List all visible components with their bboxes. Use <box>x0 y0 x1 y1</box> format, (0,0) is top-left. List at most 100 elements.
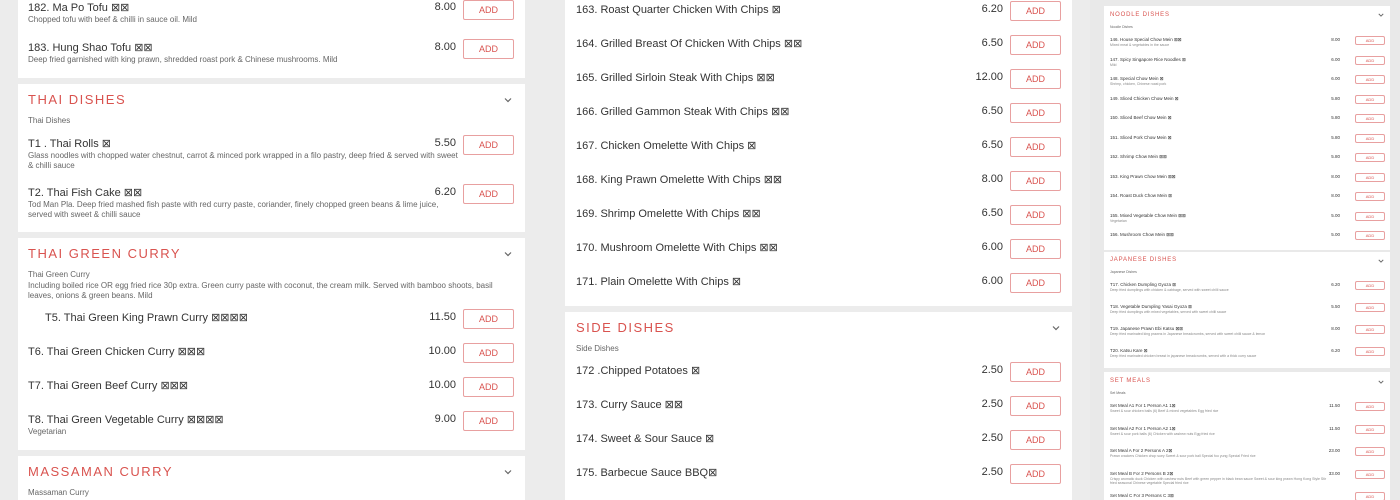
add-button[interactable]: ADD <box>463 411 514 431</box>
add-button[interactable]: ADD <box>463 184 514 204</box>
item-name: 182. Ma Po Tofu ⊠⊠ <box>28 2 130 14</box>
add-button[interactable]: ADD <box>1355 36 1385 45</box>
add-button[interactable]: ADD <box>1010 103 1061 123</box>
section-subtitle: Thai Green Curry <box>28 270 90 279</box>
add-button[interactable]: ADD <box>463 343 514 363</box>
item-name: 172 .Chipped Potatoes ⊠ <box>576 365 701 377</box>
item-price: 11.50 <box>1329 403 1340 408</box>
add-button[interactable]: ADD <box>1010 35 1061 55</box>
item-price: 2.50 <box>981 466 1003 478</box>
add-button[interactable]: ADD <box>1355 325 1385 334</box>
section-thai-dishes: THAI DISHES Thai Dishes T1 . Thai Rolls … <box>18 84 525 232</box>
add-button[interactable]: ADD <box>1355 133 1385 143</box>
section-title: SET MEALS <box>1110 378 1151 384</box>
chevron-down-icon[interactable] <box>1378 12 1384 18</box>
item-price: 12.00 <box>975 71 1003 83</box>
add-button[interactable]: ADD <box>1010 239 1061 259</box>
add-button[interactable]: ADD <box>1355 75 1385 84</box>
item-name: 183. Hung Shao Tofu ⊠⊠ <box>28 42 153 54</box>
item-desc: Mixed meat & vegetables in the sauce <box>1110 43 1170 47</box>
add-button[interactable]: ADD <box>1010 362 1061 382</box>
item-price: 8.00 <box>434 1 456 13</box>
item-name: 163. Roast Quarter Chicken With Chips ⊠ <box>576 4 781 16</box>
add-button[interactable]: ADD <box>1010 205 1061 225</box>
section-title: THAI DISHES <box>28 92 127 107</box>
add-button[interactable]: ADD <box>1355 424 1385 434</box>
chevron-down-icon[interactable] <box>1052 324 1060 332</box>
add-button[interactable]: ADD <box>1010 273 1061 293</box>
item-price: 5.80 <box>1331 154 1340 159</box>
section-thai-green-curry: THAI GREEN CURRY Thai Green Curry Includ… <box>18 238 525 450</box>
add-button[interactable]: ADD <box>1355 447 1385 456</box>
item-price: 6.20 <box>434 186 456 198</box>
add-button[interactable]: ADD <box>1355 303 1385 312</box>
item-name: 173. Curry Sauce ⊠⊠ <box>576 399 684 411</box>
chevron-down-icon[interactable] <box>504 468 512 476</box>
item-name: 149. Sliced Chicken Chow Mein ⊠ <box>1110 95 1179 101</box>
item-price: 5.80 <box>1331 95 1340 101</box>
left-menu-column: 182. Ma Po Tofu ⊠⊠ Chopped tofu with bee… <box>0 0 545 500</box>
chevron-down-icon[interactable] <box>504 250 512 258</box>
item-name: 153. King Prawn Chow Mein ⊠⊠ <box>1110 173 1176 179</box>
item-name: T8. Thai Green Vegetable Curry ⊠⊠⊠⊠ <box>28 414 224 426</box>
add-button[interactable]: ADD <box>1355 114 1385 123</box>
section-subtitle: Japanese Dishes <box>1110 270 1137 274</box>
item-price: 5.80 <box>1331 115 1340 120</box>
add-button[interactable]: ADD <box>1010 137 1061 157</box>
add-button[interactable]: ADD <box>1355 172 1385 182</box>
item-name: T2. Thai Fish Cake ⊠⊠ <box>28 187 143 199</box>
chevron-down-icon[interactable] <box>504 96 512 104</box>
item-price: 23.00 <box>1328 448 1340 453</box>
add-button[interactable]: ADD <box>1355 281 1385 290</box>
item-price: 11.50 <box>429 311 456 323</box>
item-price: 8.00 <box>434 41 456 53</box>
add-button[interactable]: ADD <box>463 135 514 155</box>
item-name: 151. Sliced Pork Chow Mein ⊠ <box>1110 134 1172 140</box>
item-desc: Tod Man Pla. Deep fried mashed fish past… <box>28 200 439 219</box>
add-button[interactable]: ADD <box>463 0 514 20</box>
add-button[interactable]: ADD <box>1355 492 1385 500</box>
add-button[interactable]: ADD <box>463 39 514 59</box>
section-side-dishes: SIDE DISHES Side Dishes 172 .Chipped Pot… <box>565 312 1072 500</box>
add-button[interactable]: ADD <box>1010 396 1061 416</box>
item-price: 8.00 <box>1331 326 1340 331</box>
item-desc: Chopped tofu with beef & chilli in sauce… <box>28 15 197 24</box>
add-button[interactable]: ADD <box>463 309 514 329</box>
section-set-meals: SET MEALS Set Meals Set Meal A1 For 1 Pe… <box>1104 372 1390 500</box>
chevron-down-icon[interactable] <box>1378 379 1384 385</box>
section-title: NOODLE DISHES <box>1110 12 1170 18</box>
section-title: THAI GREEN CURRY <box>28 246 182 261</box>
add-button[interactable]: ADD <box>1355 211 1385 221</box>
section-title: JAPANESE DISHES <box>1110 257 1177 263</box>
section-description: Including boiled rice OR egg fried rice … <box>28 281 493 300</box>
item-name: 174. Sweet & Sour Sauce ⊠ <box>576 433 715 445</box>
chevron-down-icon[interactable] <box>1378 258 1384 264</box>
item-desc: Prawn crackers Chicken chop suey Sweet &… <box>1110 454 1256 458</box>
add-button[interactable]: ADD <box>1010 430 1061 450</box>
item-desc: Deep fried dumplings with chicken & cabb… <box>1110 288 1229 292</box>
item-price: 11.50 <box>1329 425 1340 431</box>
add-button[interactable]: ADD <box>1355 153 1385 162</box>
add-button[interactable]: ADD <box>1010 1 1061 21</box>
item-name: 171. Plain Omelette With Chips ⊠ <box>576 276 742 288</box>
add-button[interactable]: ADD <box>1355 347 1385 356</box>
item-price: 33.00 <box>1328 470 1340 476</box>
item-price: 2.50 <box>981 364 1003 376</box>
add-button[interactable]: ADD <box>1355 469 1385 479</box>
item-desc: Crispy aromatic duck Chicken with cashew… <box>1110 476 1327 485</box>
item-name: 152. Shrimp Chow Mein ⊠⊠ <box>1110 154 1167 159</box>
add-button[interactable]: ADD <box>1010 171 1061 191</box>
middle-menu-column: 163. Roast Quarter Chicken With Chips ⊠ … <box>545 0 1090 500</box>
item-price: 10.00 <box>428 379 456 391</box>
menu-card-chips: 163. Roast Quarter Chicken With Chips ⊠ … <box>565 0 1072 306</box>
add-button[interactable]: ADD <box>463 377 514 397</box>
add-button[interactable]: ADD <box>1355 94 1385 104</box>
section-title: SIDE DISHES <box>576 320 675 335</box>
add-button[interactable]: ADD <box>1355 402 1385 411</box>
add-button[interactable]: ADD <box>1010 69 1061 89</box>
add-button[interactable]: ADD <box>1355 55 1385 65</box>
add-button[interactable]: ADD <box>1355 231 1385 240</box>
add-button[interactable]: ADD <box>1010 464 1061 484</box>
item-price: 6.50 <box>981 37 1003 49</box>
add-button[interactable]: ADD <box>1355 192 1385 201</box>
